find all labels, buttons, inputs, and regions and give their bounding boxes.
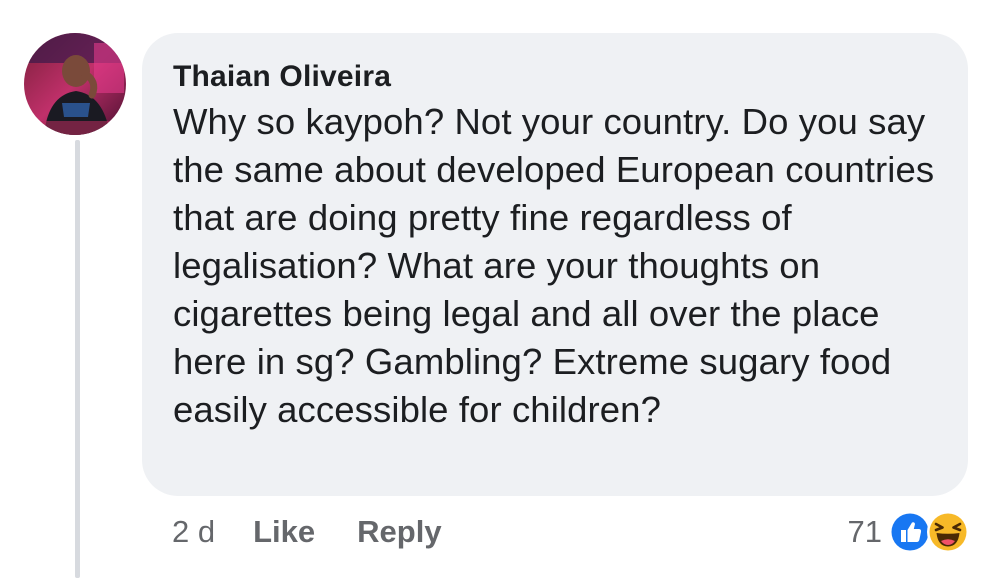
avatar-image bbox=[24, 33, 126, 135]
comment-actions: 2 d Like Reply bbox=[172, 514, 484, 550]
reply-button[interactable]: Reply bbox=[357, 514, 441, 550]
comment-body: Why so kaypoh? Not your country. Do you … bbox=[173, 101, 935, 430]
thread-connector-line bbox=[75, 140, 80, 578]
reaction-summary[interactable]: 71 bbox=[848, 510, 974, 554]
reaction-count: 71 bbox=[847, 514, 882, 549]
comment-thread: Thaian Oliveira Why so kaypoh? Not your … bbox=[0, 0, 1000, 578]
comment-author[interactable]: Thaian Oliveira bbox=[173, 59, 948, 95]
like-button[interactable]: Like bbox=[253, 514, 315, 550]
comment-bubble: Thaian Oliveira Why so kaypoh? Not your … bbox=[142, 33, 968, 496]
comment-timestamp[interactable]: 2 d bbox=[172, 514, 215, 550]
avatar[interactable] bbox=[24, 33, 126, 135]
reaction-icons bbox=[888, 510, 974, 554]
haha-reaction-icon bbox=[927, 511, 969, 553]
